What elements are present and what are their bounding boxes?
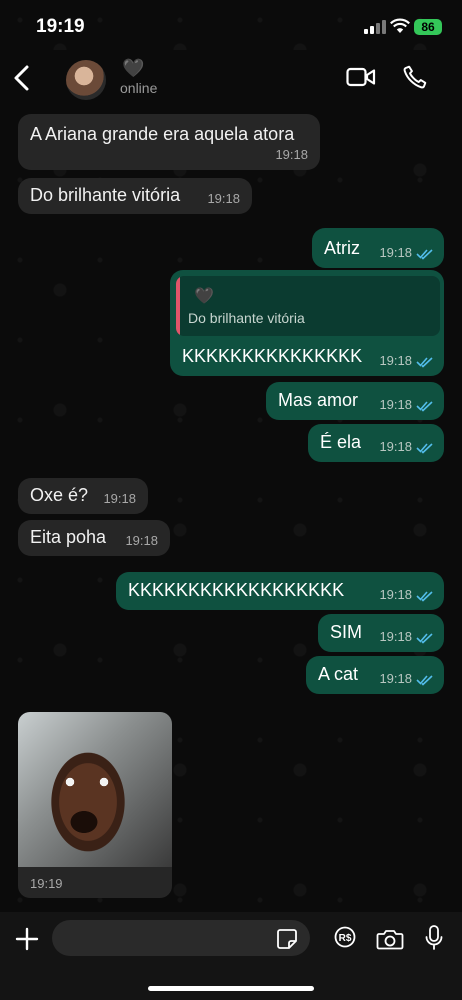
photo-message[interactable]: 19:19 xyxy=(18,712,172,898)
message-bubble-incoming[interactable]: Eita poha 19:18 xyxy=(18,520,170,556)
message-time: 19:18 xyxy=(379,587,412,602)
video-call-icon[interactable] xyxy=(346,66,376,88)
wifi-icon xyxy=(390,18,410,33)
message-text: É ela xyxy=(320,432,362,452)
message-time: 19:18 xyxy=(379,439,412,454)
message-text: Mas amor xyxy=(278,390,359,410)
battery-indicator: 86 xyxy=(414,19,442,35)
message-bubble-outgoing[interactable]: A cat 19:18 xyxy=(306,656,444,694)
read-receipt-icon xyxy=(416,591,433,602)
message-text: Do brilhante vitória xyxy=(30,185,181,205)
read-receipt-icon xyxy=(416,675,433,686)
message-time: 19:18 xyxy=(379,671,412,686)
quoted-message[interactable]: 🖤 Do brilhante vitória xyxy=(176,276,440,336)
message-time: 19:18 xyxy=(275,147,308,162)
quote-author: 🖤 xyxy=(194,288,214,305)
quote-bar xyxy=(176,276,180,336)
status-time: 19:19 xyxy=(36,16,85,37)
voice-call-icon[interactable] xyxy=(402,64,428,90)
photo-image[interactable] xyxy=(18,712,172,867)
message-time: 19:18 xyxy=(207,191,240,206)
message-time: 19:18 xyxy=(379,397,412,412)
read-receipt-icon xyxy=(416,357,433,368)
message-input[interactable] xyxy=(52,920,310,956)
message-time: 19:18 xyxy=(379,629,412,644)
message-bubble-incoming[interactable]: Do brilhante vitória 19:18 xyxy=(18,178,252,214)
cellular-signal-icon xyxy=(364,20,386,34)
read-receipt-icon xyxy=(416,443,433,454)
read-receipt-icon xyxy=(416,633,433,644)
message-text: A Ariana grande era aquela atora xyxy=(30,124,295,144)
microphone-icon[interactable] xyxy=(424,924,444,952)
message-bubble-outgoing[interactable]: É ela 19:18 xyxy=(308,424,444,462)
message-time: 19:18 xyxy=(379,353,412,368)
message-text: Oxe é? xyxy=(30,485,89,505)
camera-icon[interactable] xyxy=(376,927,404,951)
message-time: 19:18 xyxy=(379,245,412,260)
plus-icon[interactable] xyxy=(14,926,40,952)
message-time: 19:18 xyxy=(103,491,136,506)
read-receipt-icon xyxy=(416,401,433,412)
message-text: Atriz xyxy=(324,238,360,258)
chat-header: 🖤 online xyxy=(0,50,462,106)
svg-text:R$: R$ xyxy=(339,933,352,944)
status-bar: 19:19 86 xyxy=(0,0,462,50)
message-time: 19:18 xyxy=(125,533,158,548)
back-arrow-icon[interactable] xyxy=(12,64,32,92)
payment-icon[interactable]: R$ xyxy=(334,926,356,948)
contact-status: online xyxy=(120,80,158,96)
message-text: KKKKKKKKKKKKKKKKKK xyxy=(128,580,345,600)
message-bubble-outgoing[interactable]: Atriz 19:18 xyxy=(312,228,444,268)
message-bubble-outgoing[interactable]: SIM 19:18 xyxy=(318,614,444,652)
home-indicator xyxy=(148,986,314,991)
message-text: KKKKKKKKKKKKKKK xyxy=(182,346,363,366)
read-receipt-icon xyxy=(416,249,433,260)
message-text: SIM xyxy=(330,622,363,642)
message-text: A cat xyxy=(318,664,359,684)
message-bubble-outgoing-reply[interactable]: 🖤 Do brilhante vitória KKKKKKKKKKKKKKK 1… xyxy=(170,270,444,376)
contact-avatar[interactable] xyxy=(66,60,106,100)
message-time: 19:19 xyxy=(30,876,63,891)
message-text: Eita poha xyxy=(30,527,107,547)
message-bubble-incoming[interactable]: Oxe é? 19:18 xyxy=(18,478,148,514)
message-bubble-outgoing[interactable]: Mas amor 19:18 xyxy=(266,382,444,420)
message-bubble-outgoing[interactable]: KKKKKKKKKKKKKKKKKK 19:18 xyxy=(116,572,444,610)
contact-name[interactable]: 🖤 xyxy=(122,58,144,79)
message-bubble-incoming[interactable]: A Ariana grande era aquela atora 19:18 xyxy=(18,114,320,170)
quote-text: Do brilhante vitória xyxy=(188,310,305,326)
sticker-icon[interactable] xyxy=(276,928,298,950)
message-input-bar: R$ xyxy=(0,912,462,1000)
